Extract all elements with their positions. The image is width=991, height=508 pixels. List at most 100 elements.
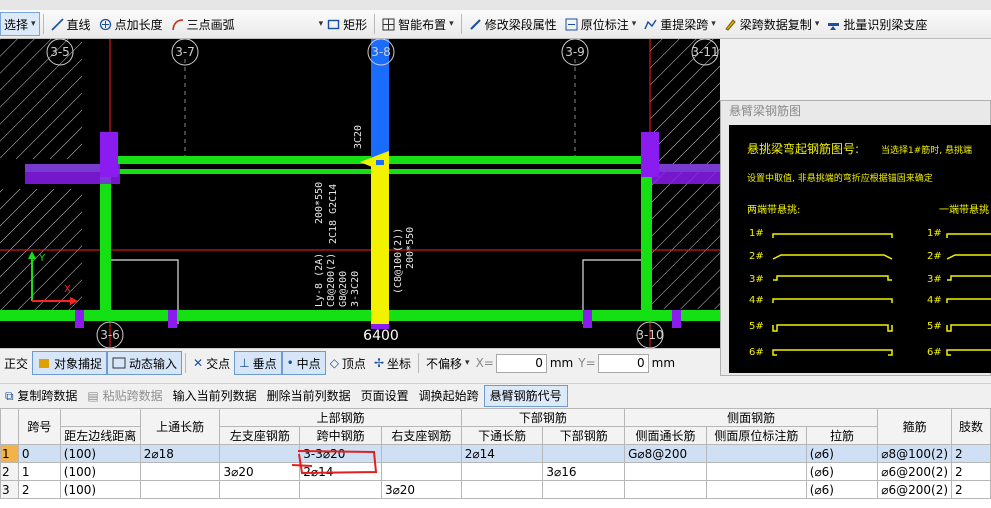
table-cell[interactable]	[624, 462, 707, 481]
beam-note: G8@200	[338, 271, 349, 307]
perpendicular-toggle[interactable]: ⊥ 垂点	[234, 351, 282, 375]
vertex-toggle[interactable]: ◇ 顶点	[326, 352, 370, 374]
table-cell[interactable]	[542, 480, 626, 499]
both-ends-label: 两端带悬挑:	[747, 203, 800, 216]
table-cell[interactable]: 2	[951, 462, 991, 481]
smart-layout-button[interactable]: 智能布置 ▾	[378, 13, 458, 35]
paste-span-data-button[interactable]: ▤ 粘贴跨数据	[82, 386, 167, 406]
select-button[interactable]: 选择 ▾	[0, 12, 40, 36]
swap-start-span-button[interactable]: 调换起始跨	[414, 386, 484, 406]
rect-label: 矩形	[343, 17, 368, 32]
table-cell[interactable]: 2⌀14	[460, 444, 544, 463]
toolbar-divider	[374, 14, 376, 34]
table-cell[interactable]: 2	[951, 444, 991, 463]
table-cell[interactable]: 3⌀20	[219, 462, 301, 481]
beam-drawing[interactable]: 3-5 3-7 3-8 3-9 3-11 3-6 3-10 6400 3C20 …	[0, 39, 720, 348]
y-input[interactable]: 0	[597, 353, 649, 373]
table-cell[interactable]: 3-3⌀20	[299, 444, 382, 463]
batch-support-button[interactable]: 批量识别梁支座	[823, 13, 931, 35]
table-cell[interactable]: ⌀6@200(2)	[877, 480, 953, 499]
column[interactable]	[75, 310, 84, 328]
table-cell[interactable]: (100)	[59, 444, 141, 463]
grip-point[interactable]	[376, 160, 384, 165]
arc-button[interactable]: 三点画弧	[167, 13, 239, 35]
object-snap-toggle[interactable]: 对象捕捉	[32, 351, 108, 375]
copy-span-button[interactable]: 梁跨数据复制 ▾	[720, 13, 824, 35]
in-situ-button[interactable]: 原位标注 ▾	[561, 13, 641, 35]
chevron-down-icon[interactable]: ▾	[31, 19, 36, 29]
modify-beam-button[interactable]: 修改梁段属性	[465, 13, 561, 35]
cantilever-code-button[interactable]: 悬臂钢筋代号	[483, 385, 568, 407]
rebar-label: 6#	[927, 347, 942, 358]
ortho-toggle[interactable]: 正交	[0, 352, 32, 374]
point-length-button[interactable]: 点加长度	[95, 13, 167, 35]
column[interactable]	[672, 310, 681, 328]
offset-select[interactable]: 不偏移 ▾	[422, 352, 474, 374]
modify-beam-label: 修改梁段属性	[484, 17, 557, 32]
table-cell[interactable]: 2⌀18	[139, 444, 221, 463]
table-cell[interactable]	[460, 480, 544, 499]
table-cell[interactable]	[705, 444, 807, 463]
table-cell[interactable]	[219, 480, 301, 499]
paste-span-data-label: 粘贴跨数据	[102, 389, 163, 403]
x-input[interactable]: 0	[495, 353, 547, 373]
column-header: 拉筋	[805, 426, 879, 445]
rect-button[interactable]: 矩形	[323, 13, 371, 35]
rebar-label: 2#	[927, 251, 942, 262]
row-number[interactable]: 2	[0, 462, 19, 481]
table-cell[interactable]: (⌀6)	[805, 462, 879, 481]
input-column-button[interactable]: 输入当前列数据	[168, 386, 262, 406]
table-cell[interactable]: ⌀6@200(2)	[877, 462, 953, 481]
table-cell[interactable]: 2	[951, 480, 991, 499]
chevron-down-icon: ▾	[465, 358, 470, 368]
column[interactable]	[100, 132, 118, 177]
table-cell[interactable]	[299, 480, 382, 499]
dynamic-input-toggle[interactable]: 动态输入	[107, 351, 183, 375]
column[interactable]	[583, 310, 592, 328]
table-cell[interactable]: 3⌀16	[542, 462, 626, 481]
table-cell[interactable]: 2	[17, 480, 61, 499]
intersection-toggle[interactable]: ✕ 交点	[189, 352, 234, 374]
table-cell[interactable]	[139, 462, 221, 481]
column[interactable]	[168, 310, 177, 328]
row-number[interactable]: 1	[0, 444, 19, 463]
coordinate-toggle[interactable]: ✢ 坐标	[370, 352, 415, 374]
table-cell[interactable]	[542, 444, 626, 463]
beam-span-icon	[644, 19, 657, 29]
table-cell[interactable]	[624, 480, 707, 499]
line-button[interactable]: 直线	[47, 13, 95, 35]
table-cell[interactable]: 0	[17, 444, 61, 463]
table-row[interactable]: 1 0 (100) 2⌀18 3-3⌀20 2⌀14 G⌀8@200 (⌀6) …	[0, 444, 991, 463]
copy-span-data-button[interactable]: ⧉ 复制跨数据	[0, 386, 82, 406]
drawing-canvas[interactable]: 3-5 3-7 3-8 3-9 3-11 3-6 3-10 6400 3C20 …	[0, 39, 720, 348]
perpendicular-icon: ⊥	[239, 356, 250, 370]
table-cell[interactable]: 1	[17, 462, 61, 481]
table-cell[interactable]: 2⌀14	[299, 462, 382, 481]
table-cell[interactable]	[380, 444, 462, 463]
table-cell[interactable]: (100)	[59, 480, 141, 499]
table-cell[interactable]: (⌀6)	[805, 444, 879, 463]
column[interactable]	[652, 164, 720, 184]
table-cell[interactable]: (⌀6)	[805, 480, 879, 499]
table-row[interactable]: 2 1 (100) 3⌀20 2⌀14 3⌀16 (⌀6) ⌀6@200(2) …	[0, 462, 991, 481]
re-span-button[interactable]: 重提梁跨 ▾	[640, 13, 720, 35]
table-row[interactable]: 3 2 (100) 3⌀20 (⌀6) ⌀6@200(2) 2	[0, 480, 991, 499]
cantilever-rebar-panel[interactable]: 悬臂梁钢筋图 悬挑梁弯起钢筋图号: 当选择1#筋时, 悬挑端 设置中取值, 非悬…	[720, 100, 991, 376]
page-setup-button[interactable]: 页面设置	[356, 386, 414, 406]
row-number[interactable]: 3	[0, 480, 19, 499]
midpoint-toggle[interactable]: • 中点	[281, 351, 326, 375]
table-cell[interactable]: 3⌀20	[380, 480, 462, 499]
table-cell[interactable]	[139, 480, 221, 499]
beam-selected[interactable]	[371, 164, 389, 324]
delete-column-button[interactable]: 删除当前列数据	[262, 386, 356, 406]
table-cell[interactable]: ⌀8@100(2)	[877, 444, 953, 463]
table-cell[interactable]	[219, 444, 301, 463]
table-cell[interactable]	[460, 462, 544, 481]
beam-vertical[interactable]	[641, 156, 652, 321]
table-cell[interactable]	[705, 462, 807, 481]
object-snap-label: 对象捕捉	[54, 356, 103, 371]
table-cell[interactable]	[380, 462, 462, 481]
table-cell[interactable]: (100)	[59, 462, 141, 481]
table-cell[interactable]: G⌀8@200	[624, 444, 707, 463]
table-cell[interactable]	[705, 480, 807, 499]
